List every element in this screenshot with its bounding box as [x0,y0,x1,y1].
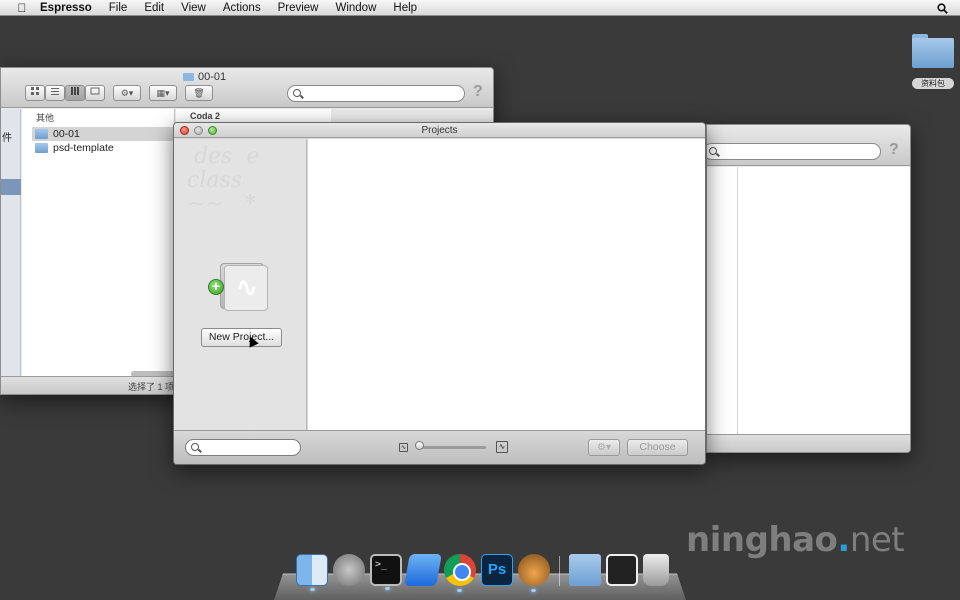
folder-icon [183,73,194,81]
size-slider-knob[interactable] [415,441,424,450]
help-icon[interactable]: ? [889,141,899,159]
menu-file[interactable]: File [109,2,128,14]
search-icon [293,89,301,97]
small-size-icon: ∿ [399,443,408,452]
menu-actions[interactable]: Actions [223,2,261,14]
terminal-icon[interactable]: >_ [370,554,402,590]
large-size-icon: ∿ [496,441,508,453]
project-action-button[interactable]: ⚙▾ [588,439,620,456]
search-icon [191,443,199,451]
sidebar-selected-item[interactable] [1,179,21,195]
search-icon [709,147,717,155]
secondary-window: ? [706,124,911,453]
watermark-brand: ninghao [686,520,838,560]
chrome-icon[interactable] [444,554,476,592]
new-project-button[interactable]: New Project... [201,328,282,347]
list-item[interactable]: 00-01 [32,127,175,141]
apple-menu-icon[interactable]:  [12,1,32,15]
projects-window: Projects des e class ~~ * ∿ + New Projec… [173,122,706,465]
menu-edit[interactable]: Edit [144,2,164,14]
help-icon[interactable]: ? [473,83,483,101]
watermark: ninghao.net [686,520,905,560]
size-slider[interactable] [416,446,486,449]
action-gear-button[interactable]: ⚙▾ [113,85,141,101]
watermark-tld: net [849,520,905,560]
projects-bottom-bar: ∿ ∿ ⚙▾ Choose [174,430,705,464]
column-divider [737,167,738,434]
minimize-icon[interactable] [194,126,203,135]
dock: >_ Ps [296,554,669,592]
plus-icon: + [208,279,224,295]
folder-icon [35,129,48,139]
list-item-label: 00-01 [53,128,80,140]
launchpad-icon[interactable] [333,554,365,586]
choose-button[interactable]: Choose [627,439,688,456]
list-view-button[interactable] [45,85,65,101]
secondary-toolbar: ? [707,125,910,166]
new-project-icon[interactable]: ∿ + [208,263,270,313]
list-item[interactable]: psd-template [32,141,175,155]
column-header: 其他 [36,113,55,123]
menu-preview[interactable]: Preview [278,2,319,14]
finder-title: 00-01 [183,71,226,83]
status-text: 选择了 1 项 [128,382,175,392]
photoshop-icon[interactable]: Ps [481,554,513,586]
espresso-swirl-icon: ∿ [236,273,258,303]
ipad-simulator-icon[interactable] [404,554,442,586]
spotlight-search-icon[interactable] [937,0,948,16]
menu-app-name[interactable]: Espresso [40,2,92,14]
watermark-dot: . [837,520,850,560]
delete-button[interactable]: 🗑 [185,85,213,101]
screenshot-icon[interactable] [606,554,638,586]
icon-view-button[interactable] [25,85,45,101]
zoom-icon[interactable] [208,126,217,135]
desktop-folder-icon[interactable] [910,34,956,70]
dock-separator [559,556,560,586]
coverflow-view-button[interactable] [85,85,105,101]
gear-icon: ⚙▾ [120,88,134,98]
finder-title-text: 00-01 [198,71,227,83]
desktop-folder-label: 资料包 [912,78,954,89]
column-view-button[interactable] [65,85,85,101]
trash-icon[interactable] [643,554,669,586]
menu-window[interactable]: Window [335,2,376,14]
espresso-icon[interactable] [518,554,550,592]
secondary-status-bar [707,434,910,452]
trash-icon: 🗑 [193,88,205,98]
arrange-button[interactable]: ▦▾ [149,85,177,101]
menu-help[interactable]: Help [393,2,417,14]
close-icon[interactable] [180,126,189,135]
downloads-folder-icon[interactable] [569,554,601,586]
projects-search-input[interactable] [185,439,301,456]
projects-title: Projects [421,125,458,136]
finder-toolbar: 00-01 ⚙▾ ▦▾ 🗑 ? [1,68,493,108]
projects-sidebar: des e class ~~ * ∿ + New Project... [174,139,307,432]
finder-search-input[interactable] [287,85,465,102]
finder-sidebar: 件 [1,109,21,377]
menu-view[interactable]: View [181,2,206,14]
grid-icon: ▦▾ [156,88,170,98]
list-item-label: psd-template [53,142,114,154]
secondary-search-input[interactable] [707,143,881,160]
projects-titlebar: Projects [174,123,705,138]
finder-icon[interactable] [296,554,328,591]
finder-column-1: 其他 00-01 psd-template [22,109,175,377]
folder-icon [35,143,48,153]
projects-list[interactable] [308,139,705,432]
secondary-content [707,167,910,434]
gear-icon: ⚙▾ [597,442,611,453]
sidebar-partial-label: 件 [2,133,12,144]
menu-bar:  Espresso File Edit View Actions Previe… [0,0,960,16]
column-header: Coda 2 [190,111,221,121]
